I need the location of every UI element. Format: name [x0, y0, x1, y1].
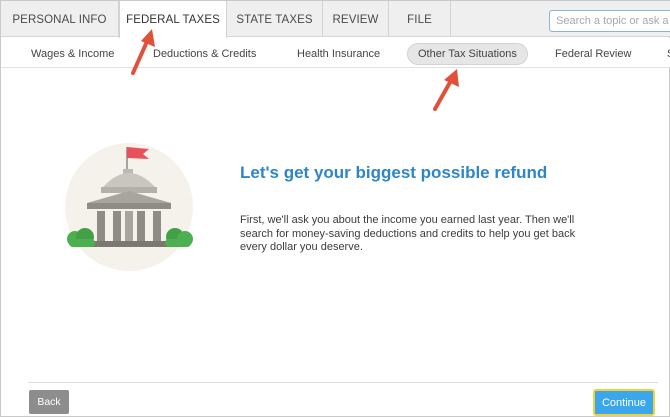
- tab-file[interactable]: FILE: [389, 1, 451, 37]
- tab-state-taxes[interactable]: STATE TAXES: [227, 1, 323, 37]
- capitol-building-icon: [65, 143, 193, 271]
- subtab-wages-income[interactable]: Wages & Income: [21, 43, 124, 65]
- subtab-truncated[interactable]: S: [657, 43, 670, 65]
- intro-paragraph: First, we'll ask you about the income yo…: [240, 214, 576, 253]
- section-navigation: Wages & Income Deductions & Credits Heal…: [1, 38, 670, 68]
- footer-divider: [28, 382, 658, 383]
- subtab-federal-review[interactable]: Federal Review: [545, 43, 641, 65]
- back-button[interactable]: Back: [29, 390, 69, 414]
- red-arrow-icon: [131, 29, 155, 75]
- red-arrow-icon: [433, 69, 459, 111]
- page-title: Let's get your biggest possible refund: [240, 163, 548, 182]
- tab-personal-info[interactable]: PERSONAL INFO: [1, 1, 119, 37]
- subtab-health-insurance[interactable]: Health Insurance: [287, 43, 390, 65]
- subtab-deductions-credits[interactable]: Deductions & Credits: [143, 43, 266, 65]
- subtab-other-tax-situations[interactable]: Other Tax Situations: [407, 43, 528, 65]
- app-window: PERSONAL INFO FEDERAL TAXES STATE TAXES …: [0, 0, 670, 417]
- tab-review[interactable]: REVIEW: [323, 1, 389, 37]
- continue-button[interactable]: Continue: [593, 389, 655, 416]
- search-input[interactable]: [549, 10, 670, 32]
- top-navigation: PERSONAL INFO FEDERAL TAXES STATE TAXES …: [1, 1, 670, 38]
